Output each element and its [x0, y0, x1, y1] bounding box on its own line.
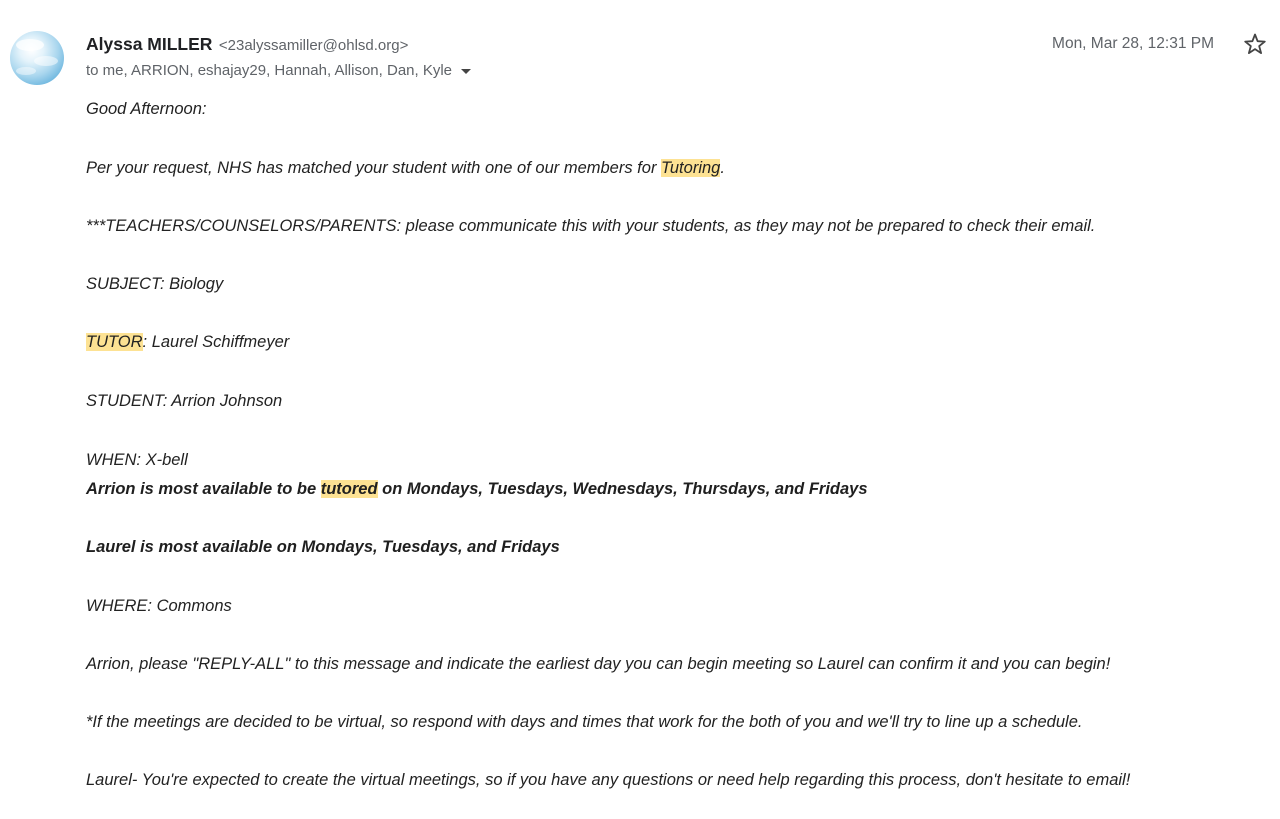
email-message: Alyssa MILLER <23alyssamiller@ohlsd.org>… — [0, 0, 1280, 819]
recipients-line: to me, ARRION, eshajay29, Hannah, Alliso… — [86, 60, 472, 82]
sender-name[interactable]: Alyssa MILLER — [86, 34, 212, 54]
request-end: . — [720, 159, 725, 177]
tutor-line: TUTOR: Laurel Schiffmeyer — [86, 331, 289, 353]
greeting: Good Afternoon: — [86, 100, 207, 118]
arrion-text: Arrion is most available to be — [86, 480, 321, 498]
star-outline-icon[interactable] — [1243, 32, 1267, 56]
arrion-availability: Arrion is most available to be tutored o… — [86, 478, 868, 500]
request-line: Per your request, NHS has matched your s… — [86, 157, 725, 179]
reply-all-instruction: Arrion, please "REPLY-ALL" to this messa… — [86, 655, 1111, 673]
message-date: Mon, Mar 28, 12:31 PM — [1052, 35, 1214, 52]
search-highlight: tutored — [320, 480, 378, 498]
sender-line: Alyssa MILLER <23alyssamiller@ohlsd.org> — [86, 33, 408, 55]
where-line: WHERE: Commons — [86, 597, 232, 615]
recipients-text: to me, ARRION, eshajay29, Hannah, Alliso… — [86, 62, 453, 79]
search-highlight: TUTOR — [86, 333, 143, 351]
chevron-down-icon[interactable] — [461, 68, 472, 74]
when-line: WHEN: X-bell — [86, 451, 188, 469]
student-line: STUDENT: Arrion Johnson — [86, 392, 283, 410]
request-text: Per your request, NHS has matched your s… — [86, 159, 662, 177]
search-highlight: Tutoring — [661, 159, 721, 177]
sender-avatar[interactable] — [10, 31, 64, 85]
sender-email: <23alyssamiller@ohlsd.org> — [218, 37, 409, 54]
laurel-availability: Laurel is most available on Mondays, Tue… — [86, 538, 560, 556]
teachers-note: ***TEACHERS/COUNSELORS/PARENTS: please c… — [86, 217, 1096, 235]
virtual-note: *If the meetings are decided to be virtu… — [86, 713, 1083, 731]
laurel-note: Laurel- You're expected to create the vi… — [86, 771, 1131, 789]
tutor-name: : Laurel Schiffmeyer — [142, 333, 290, 351]
subject-line: SUBJECT: Biology — [86, 275, 224, 293]
arrion-days: on Mondays, Tuesdays, Wednesdays, Thursd… — [377, 480, 868, 498]
